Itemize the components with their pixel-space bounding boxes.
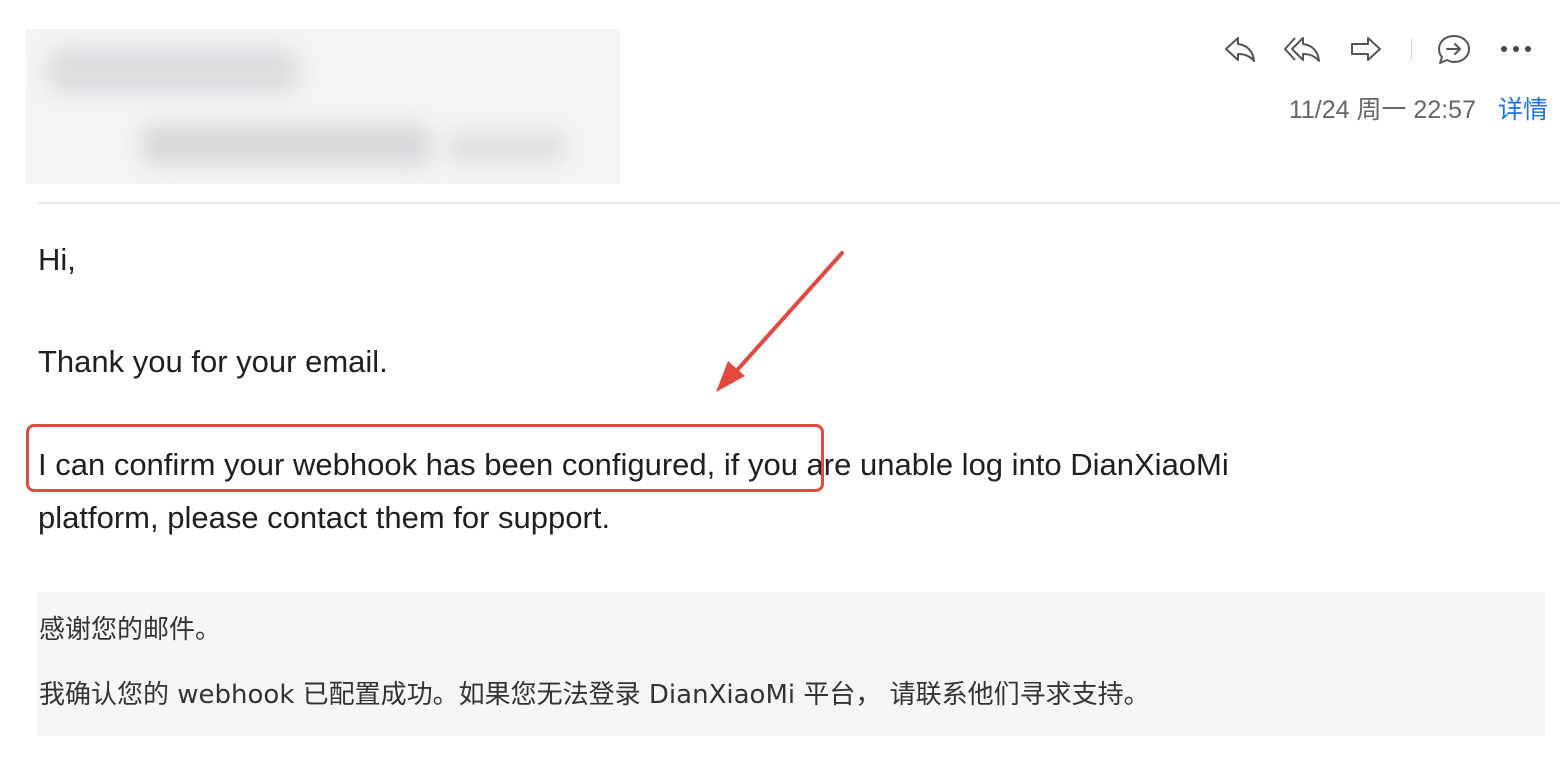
message-meta: 11/24 周一 22:57 详情	[1289, 90, 1548, 126]
chat-reply-button[interactable]	[1434, 30, 1474, 68]
greeting-line: Hi,	[38, 242, 76, 277]
reply-all-button[interactable]	[1283, 30, 1323, 68]
message-actions-toolbar	[1218, 30, 1538, 68]
more-button[interactable]	[1496, 30, 1536, 68]
header-divider	[37, 202, 1560, 204]
translation-panel: 感谢您的邮件。 我确认您的 webhook 已配置成功。如果您无法登录 Dian…	[37, 592, 1545, 736]
toolbar-separator	[1411, 38, 1412, 60]
reply-button[interactable]	[1220, 30, 1260, 68]
message-timestamp: 11/24 周一 22:57	[1288, 96, 1476, 124]
platform-line: platform, please contact them for suppor…	[38, 500, 611, 535]
forward-button[interactable]	[1346, 30, 1386, 68]
reply-icon	[1225, 37, 1255, 62]
thanks-line: Thank you for your email.	[38, 344, 388, 379]
forward-icon	[1351, 37, 1381, 61]
reply-all-icon	[1284, 37, 1320, 62]
translation-line-2: 我确认您的 webhook 已配置成功。如果您无法登录 DianXiaoMi 平…	[39, 680, 1150, 710]
translation-line-1: 感谢您的邮件。	[39, 615, 222, 645]
chat-reply-icon	[1438, 35, 1470, 64]
sender-info-redacted	[26, 29, 620, 184]
more-icon	[1501, 46, 1531, 52]
annotation-highlight-box	[26, 424, 824, 492]
details-link[interactable]: 详情	[1498, 90, 1548, 126]
